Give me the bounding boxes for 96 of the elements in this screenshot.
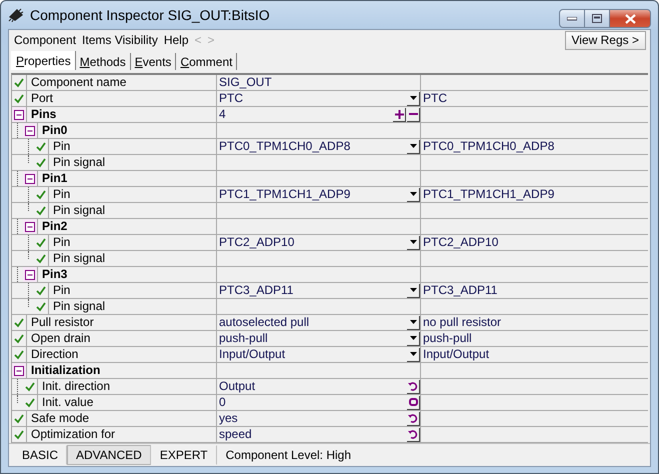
dropdown-button[interactable] — [407, 316, 420, 330]
menu-item[interactable]: Items Visibility — [81, 33, 163, 47]
property-value[interactable]: 0 — [217, 395, 406, 410]
level-button[interactable]: ADVANCED — [67, 445, 151, 465]
view-regs-button[interactable]: View Regs > — [564, 30, 646, 50]
dropdown-button[interactable] — [407, 348, 420, 362]
dropdown-button[interactable] — [407, 332, 420, 346]
status-text: Component Level: High — [224, 448, 352, 462]
cycle-button[interactable] — [407, 428, 420, 442]
property-name: Pin0 — [41, 123, 68, 138]
property-name: Pins — [30, 107, 56, 122]
property-name: Port — [30, 91, 54, 106]
caret-icon — [410, 144, 416, 148]
property-name: Pin signal — [52, 155, 106, 170]
property-value[interactable]: push-pull — [217, 331, 406, 346]
cycle-button[interactable] — [407, 380, 420, 394]
window-title: Component Inspector SIG_OUT:BitsIO — [30, 7, 271, 23]
collapse-icon[interactable] — [25, 222, 35, 232]
property-name: Pin — [52, 235, 70, 250]
minimize-button[interactable] — [559, 9, 585, 28]
property-name: Pull resistor — [30, 315, 94, 330]
cycle-button[interactable] — [407, 412, 420, 426]
collapse-icon[interactable] — [14, 110, 24, 120]
property-value[interactable]: SIG_OUT — [217, 75, 420, 90]
caret-icon — [410, 336, 416, 340]
property-detail: PTC2_ADP10 — [422, 235, 498, 250]
property-name: Component name — [30, 75, 126, 90]
property-name: Pin3 — [41, 267, 68, 282]
property-detail: no pull resistor — [422, 315, 502, 330]
property-value[interactable]: PTC3_ADP11 — [217, 283, 406, 298]
minus-icon — [408, 113, 418, 115]
caret-icon — [410, 352, 416, 356]
property-name: Init. value — [41, 395, 94, 410]
plus-icon — [394, 110, 404, 118]
property-value[interactable]: autoselected pull — [217, 315, 406, 330]
caret-icon — [410, 192, 416, 196]
property-detail: Input/Output — [422, 347, 490, 362]
collapse-icon[interactable] — [25, 126, 35, 136]
property-detail: PTC0_TPM1CH0_ADP8 — [422, 139, 554, 154]
dropdown-button[interactable] — [407, 92, 420, 106]
property-detail: PTC — [422, 91, 447, 106]
dropdown-button[interactable] — [407, 140, 420, 154]
property-value[interactable]: PTC2_ADP10 — [217, 235, 406, 250]
cycle-icon — [408, 381, 418, 391]
caret-icon — [410, 320, 416, 324]
property-name: Pin2 — [41, 219, 68, 234]
property-value[interactable]: PTC — [217, 91, 406, 106]
maximize-button[interactable] — [584, 9, 610, 28]
chip-icon — [8, 8, 24, 22]
tab[interactable]: Properties — [11, 51, 76, 70]
property-detail: push-pull — [422, 331, 472, 346]
dropdown-button[interactable] — [407, 284, 420, 298]
property-name: Pin signal — [52, 299, 106, 314]
caret-icon — [410, 240, 416, 244]
maximize-icon — [592, 14, 602, 23]
close-button[interactable] — [609, 9, 651, 28]
remove-button[interactable] — [407, 108, 420, 122]
property-value[interactable]: yes — [217, 411, 406, 426]
tab[interactable]: Methods — [76, 53, 131, 70]
property-value[interactable]: PTC1_TPM1CH1_ADP9 — [217, 187, 406, 202]
property-value[interactable]: Output — [217, 379, 406, 394]
property-name: Pin — [52, 283, 70, 298]
dropdown-button[interactable] — [407, 188, 420, 202]
property-detail: PTC3_ADP11 — [422, 283, 498, 298]
property-name: Open drain — [30, 331, 90, 346]
ring-icon — [408, 398, 418, 406]
property-name: Pin — [52, 139, 70, 154]
property-value[interactable]: PTC0_TPM1CH0_ADP8 — [217, 139, 406, 154]
property-name: Optimization for — [30, 427, 116, 442]
tab[interactable]: Events — [130, 53, 176, 70]
collapse-icon[interactable] — [25, 174, 35, 184]
add-button[interactable] — [393, 108, 406, 122]
close-icon — [624, 14, 636, 24]
property-name: Pin signal — [52, 251, 106, 266]
level-button[interactable]: EXPERT — [150, 445, 217, 465]
menu-item[interactable]: Component — [13, 33, 82, 47]
property-detail: PTC1_TPM1CH1_ADP9 — [422, 187, 554, 202]
property-name: Pin — [52, 187, 70, 202]
property-name: Safe mode — [30, 411, 90, 426]
property-name: Direction — [30, 347, 78, 362]
dropdown-button[interactable] — [407, 236, 420, 250]
collapse-icon[interactable] — [25, 270, 35, 280]
caret-icon — [410, 288, 416, 292]
value-button[interactable] — [407, 396, 420, 410]
property-value[interactable]: Input/Output — [217, 347, 406, 362]
caret-icon — [410, 96, 416, 100]
property-name: Init. direction — [41, 379, 110, 394]
property-name: Initialization — [30, 363, 100, 378]
property-value[interactable]: 4 — [217, 107, 392, 122]
property-value[interactable]: speed — [217, 427, 406, 442]
property-name: Pin signal — [52, 203, 106, 218]
property-name: Pin1 — [41, 171, 68, 186]
menu-item[interactable]: Help — [162, 33, 194, 47]
minimize-icon — [567, 16, 577, 20]
tab[interactable]: Comment — [176, 53, 238, 70]
collapse-icon[interactable] — [14, 366, 24, 376]
